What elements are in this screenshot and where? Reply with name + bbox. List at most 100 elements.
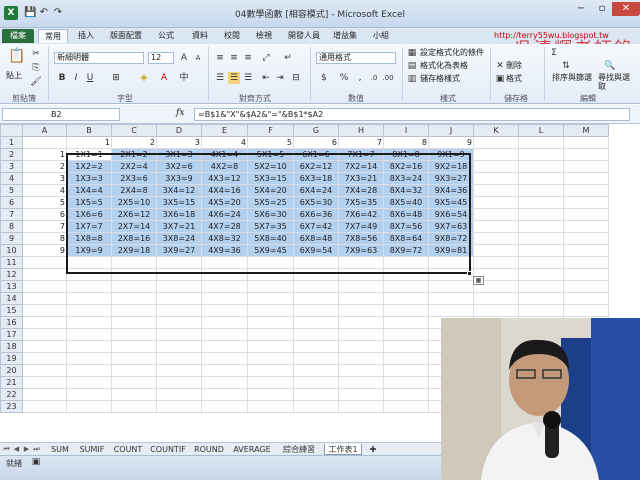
- cell[interactable]: [428, 292, 474, 305]
- column-header[interactable]: D: [156, 124, 202, 137]
- bold-icon[interactable]: B: [56, 72, 68, 84]
- cell[interactable]: 2X9=18: [111, 244, 157, 257]
- increase-decimal-icon[interactable]: .0: [368, 72, 380, 84]
- cell[interactable]: [156, 400, 202, 413]
- autosum-icon[interactable]: Σ: [548, 47, 560, 59]
- cell[interactable]: 9: [428, 136, 474, 149]
- cell[interactable]: [563, 232, 609, 245]
- row-header[interactable]: 6: [0, 196, 23, 209]
- cell[interactable]: [338, 256, 384, 269]
- cell[interactable]: [156, 316, 202, 329]
- cell[interactable]: [338, 364, 384, 377]
- row-header[interactable]: 4: [0, 172, 23, 185]
- first-sheet-icon[interactable]: ⏮: [2, 444, 11, 455]
- row-header[interactable]: 21: [0, 376, 23, 389]
- cell[interactable]: [473, 172, 519, 185]
- currency-icon[interactable]: $: [318, 72, 330, 84]
- column-header[interactable]: J: [428, 124, 474, 137]
- row-header[interactable]: 22: [0, 388, 23, 401]
- cell[interactable]: [66, 316, 112, 329]
- cell[interactable]: 8X6=48: [383, 208, 429, 221]
- cell[interactable]: [518, 184, 564, 197]
- cell[interactable]: 6X2=12: [293, 160, 339, 173]
- auto-fill-options-icon[interactable]: ▦: [473, 276, 484, 285]
- cell[interactable]: 4X6=24: [201, 208, 248, 221]
- tab-file[interactable]: 檔案: [2, 29, 34, 43]
- cell[interactable]: 2X2=4: [111, 160, 157, 173]
- cell[interactable]: [563, 172, 609, 185]
- row-header[interactable]: 17: [0, 328, 23, 341]
- cell[interactable]: [518, 256, 564, 269]
- cell[interactable]: [156, 292, 202, 305]
- cell[interactable]: [201, 280, 248, 293]
- cell[interactable]: [383, 328, 429, 341]
- cell[interactable]: [156, 256, 202, 269]
- cell[interactable]: 4: [22, 184, 67, 197]
- format-painter-icon[interactable]: 🖌: [30, 76, 42, 88]
- cell[interactable]: [22, 304, 67, 317]
- cell[interactable]: [383, 400, 429, 413]
- cell[interactable]: [338, 388, 384, 401]
- cell[interactable]: [338, 340, 384, 353]
- cell[interactable]: [383, 388, 429, 401]
- font-color-icon[interactable]: A: [158, 72, 170, 84]
- cell[interactable]: [518, 292, 564, 305]
- cell[interactable]: 2X6=12: [111, 208, 157, 221]
- cell[interactable]: 2X8=16: [111, 232, 157, 245]
- cell[interactable]: 8X2=16: [383, 160, 429, 173]
- cell[interactable]: [563, 268, 609, 281]
- tab-formulas[interactable]: 公式: [152, 29, 180, 43]
- prev-sheet-icon[interactable]: ◀: [12, 444, 21, 455]
- cell[interactable]: 4X1=4: [201, 148, 248, 161]
- cell[interactable]: 5X3=15: [247, 172, 294, 185]
- cell[interactable]: [563, 208, 609, 221]
- cell[interactable]: 5X2=10: [247, 160, 294, 173]
- cell[interactable]: 3X1=3: [156, 148, 202, 161]
- delete-button[interactable]: 刪除: [506, 60, 522, 72]
- cell[interactable]: [66, 352, 112, 365]
- cell[interactable]: [518, 136, 564, 149]
- cell[interactable]: 1X3=3: [66, 172, 112, 185]
- italic-icon[interactable]: I: [70, 72, 82, 84]
- cell[interactable]: [473, 148, 519, 161]
- cell[interactable]: 2X3=6: [111, 172, 157, 185]
- cell[interactable]: 5X5=25: [247, 196, 294, 209]
- cell[interactable]: 8X7=56: [383, 220, 429, 233]
- cell[interactable]: [111, 388, 157, 401]
- cell[interactable]: 6X3=18: [293, 172, 339, 185]
- decrease-indent-icon[interactable]: ⇤: [260, 72, 272, 84]
- column-header[interactable]: H: [338, 124, 384, 137]
- cell[interactable]: [383, 352, 429, 365]
- insert-function-icon[interactable]: fx: [176, 108, 184, 118]
- cell[interactable]: 7: [338, 136, 384, 149]
- cell[interactable]: [473, 256, 519, 269]
- formula-input[interactable]: =B$1&"X"&$A2&"="&B$1*$A2: [194, 108, 630, 121]
- row-header[interactable]: 11: [0, 256, 23, 269]
- merge-center-icon[interactable]: ⊟: [290, 72, 302, 84]
- cell[interactable]: [247, 340, 294, 353]
- redo-icon[interactable]: ↷: [52, 7, 64, 19]
- cell[interactable]: [338, 400, 384, 413]
- tab-developer[interactable]: 開發人員: [284, 29, 324, 43]
- row-header[interactable]: 10: [0, 244, 23, 257]
- cell[interactable]: [111, 340, 157, 353]
- cell[interactable]: 9X5=45: [428, 196, 474, 209]
- cell[interactable]: 5X6=30: [247, 208, 294, 221]
- cell[interactable]: 7X8=56: [338, 232, 384, 245]
- format-icon[interactable]: ▣: [494, 73, 506, 85]
- cell-styles-icon[interactable]: ▥: [406, 73, 418, 85]
- cell[interactable]: [293, 328, 339, 341]
- cell[interactable]: [22, 364, 67, 377]
- row-header[interactable]: 1: [0, 136, 23, 149]
- cell[interactable]: [22, 136, 67, 149]
- cell[interactable]: [383, 256, 429, 269]
- cell[interactable]: 1: [66, 136, 112, 149]
- cell[interactable]: 8X5=40: [383, 196, 429, 209]
- cell[interactable]: 5X8=40: [247, 232, 294, 245]
- cell[interactable]: [518, 148, 564, 161]
- cell[interactable]: 3X4=12: [156, 184, 202, 197]
- cell[interactable]: 9X7=63: [428, 220, 474, 233]
- cell[interactable]: [201, 256, 248, 269]
- cell[interactable]: [383, 364, 429, 377]
- cell[interactable]: 6X9=54: [293, 244, 339, 257]
